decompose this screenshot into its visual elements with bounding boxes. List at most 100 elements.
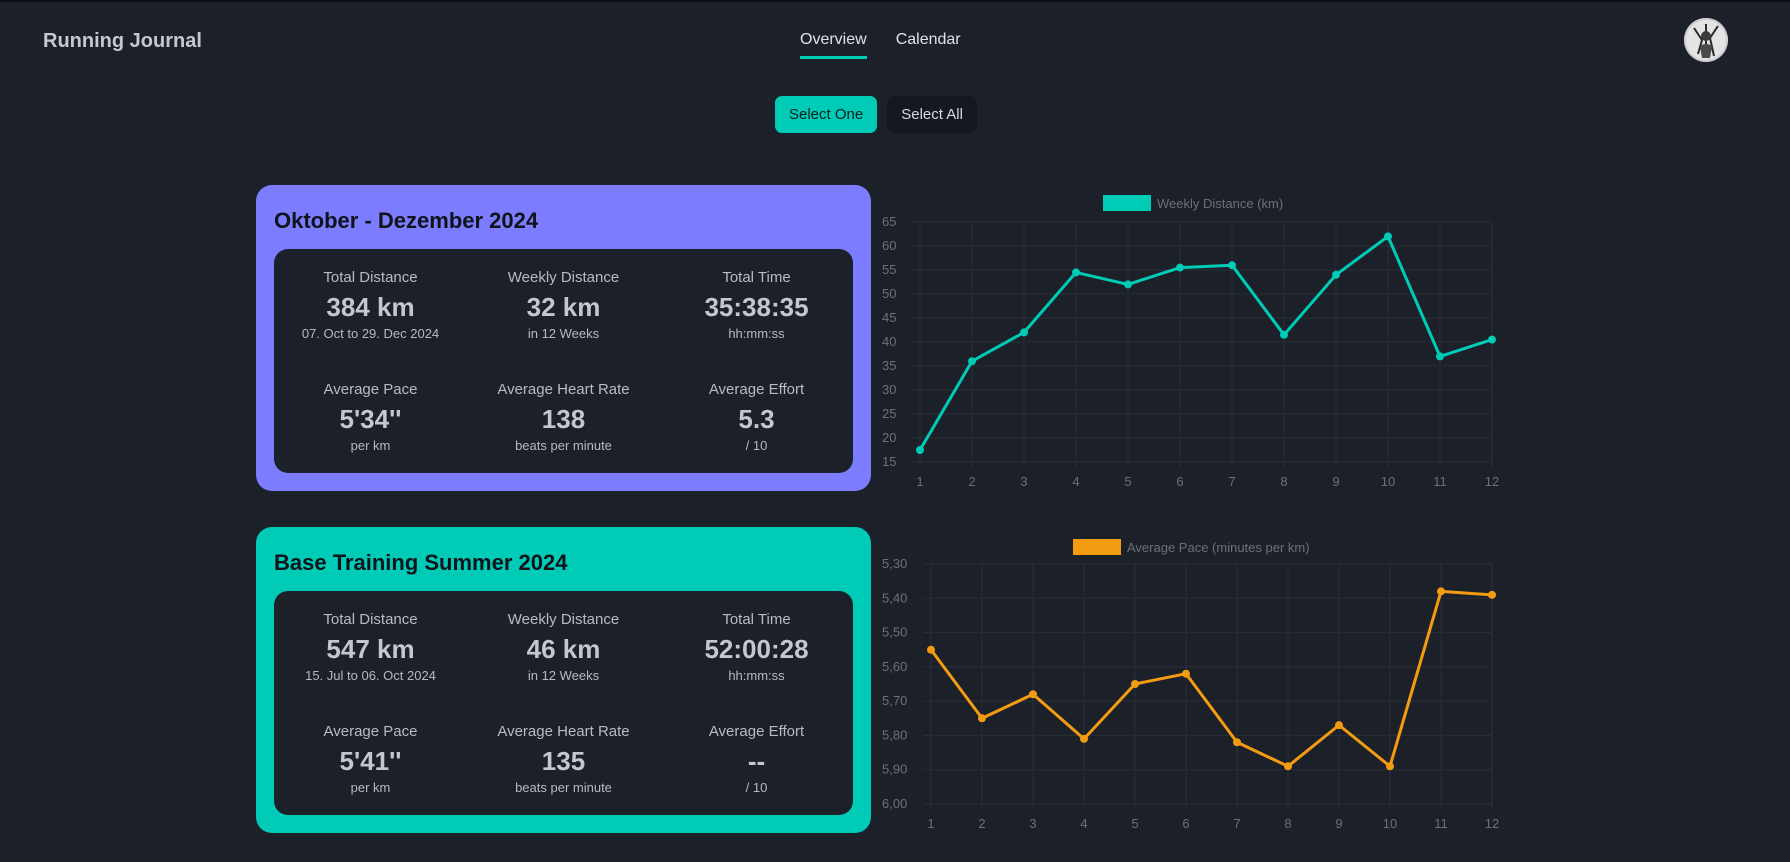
x-tick-label: 3 [1029,816,1036,831]
data-point [1176,263,1184,272]
x-tick-label: 11 [1434,816,1448,831]
stat-label: Weekly Distance [507,269,620,286]
weekly-distance-chart-svg: Weekly Distance (km)15202530354045505560… [882,195,1499,489]
data-point [1332,270,1340,279]
data-point [978,714,986,723]
stat-label: Average Effort [708,723,805,740]
stat-sub: per km [350,438,391,453]
avatar-image [1684,18,1728,62]
chart-legend: Weekly Distance (km) [1103,195,1283,211]
x-tick-label: 3 [1020,474,1027,489]
data-point [1124,280,1132,289]
data-point [1072,268,1080,277]
y-tick-label: 5,30 [882,556,907,571]
main-nav: Overview Calendar [800,31,961,59]
y-tick-label: 30 [882,382,896,397]
x-tick-label: 10 [1381,474,1395,489]
data-point [968,357,976,366]
select-one-button[interactable]: Select One [775,96,878,133]
data-point [916,446,924,454]
y-tick-label: 5,90 [882,762,907,777]
y-tick-label: 25 [882,406,896,421]
stat-sub: hh:mm:ss [728,326,785,341]
y-tick-label: 15 [882,454,896,469]
data-point [1228,261,1236,270]
stat-value: 5'34'' [339,404,402,434]
x-tick-label: 7 [1233,816,1240,831]
stat-value: 138 [541,404,586,434]
legend-swatch [1103,195,1151,211]
x-tick-label: 12 [1485,816,1499,831]
y-tick-label: 40 [882,334,896,349]
data-point [1384,232,1392,241]
data-point [1488,335,1496,344]
x-tick-label: 8 [1284,816,1291,831]
stat-sub: / 10 [745,780,768,795]
stat-sub: hh:mm:ss [728,668,785,683]
stat-value: 5.3 [738,404,775,434]
x-tick-label: 1 [927,816,934,831]
stat-label: Total Time [722,269,791,286]
data-point [1437,587,1445,596]
stat-sub: in 12 Weeks [527,326,600,341]
stat-value: 547 km [326,634,415,664]
stat-value: 32 km [526,292,601,322]
y-tick-label: 60 [882,238,896,253]
stat-total-time: Total Time 35:38:35 hh:mm:ss [660,269,853,341]
stat-average-effort: Average Effort -- / 10 [660,723,853,795]
tab-calendar[interactable]: Calendar [896,31,961,59]
y-tick-label: 45 [882,310,896,325]
y-tick-label: 5,60 [882,659,907,674]
x-tick-label: 1 [916,474,923,489]
stat-value: 135 [541,746,586,776]
average-pace-chart: Average Pace (minutes per km) 5,30 5,40 5,5… [880,534,1510,839]
stat-total-distance: Total Distance 547 km 15. Jul to 06. Oct… [274,611,467,683]
stat-value: 5'41'' [339,746,402,776]
x-tick-label: 9 [1335,816,1342,831]
x-tick-label: 5 [1131,816,1138,831]
stat-sub: in 12 Weeks [527,668,600,683]
y-tick-label: 6,00 [882,796,907,811]
y-tick-label: 5,80 [882,727,907,742]
data-point [1182,669,1190,678]
stats-panel: Total Distance 547 km 15. Jul to 06. Oct… [274,591,853,815]
stat-weekly-distance: Weekly Distance 46 km in 12 Weeks [467,611,660,683]
tab-overview[interactable]: Overview [800,31,867,59]
y-tick-label: 5,70 [882,693,907,708]
stat-average-effort: Average Effort 5.3 / 10 [660,381,853,453]
x-tick-label: 5 [1124,474,1131,489]
stat-value: 52:00:28 [704,634,809,664]
data-point [1020,328,1028,337]
y-tick-label: 20 [882,430,896,445]
x-tick-label: 7 [1228,474,1235,489]
legend-label: Weekly Distance (km) [1157,196,1283,211]
x-tick-label: 6 [1176,474,1183,489]
stat-sub: / 10 [745,438,768,453]
app-title[interactable]: Running Journal [43,30,202,53]
x-tick-label: 11 [1433,474,1447,489]
select-all-button[interactable]: Select All [887,96,977,133]
period-card-oct-dec-2024[interactable]: Oktober - Dezember 2024 Total Distance 3… [256,185,871,491]
stat-total-distance: Total Distance 384 km 07. Oct to 29. Dec… [274,269,467,341]
stat-total-time: Total Time 52:00:28 hh:mm:ss [660,611,853,683]
selection-toggle: Select One Select All [775,96,977,133]
data-point [927,645,935,654]
series-line [929,589,1493,768]
x-tick-label: 8 [1280,474,1287,489]
x-tick-label: 4 [1080,816,1087,831]
data-point [1233,738,1241,747]
stat-value: 35:38:35 [704,292,809,322]
card-title: Base Training Summer 2024 [274,550,568,575]
y-tick-label: 55 [882,262,896,277]
x-tick-label: 4 [1072,474,1079,489]
avatar[interactable] [1684,18,1728,62]
stat-value: -- [747,746,766,776]
y-tick-label: 35 [882,358,896,373]
period-card-summer-2024[interactable]: Base Training Summer 2024 Total Distance… [256,527,871,833]
stat-label: Total Distance [323,269,418,286]
data-point [1284,762,1292,771]
stat-sub: beats per minute [515,438,612,453]
stat-weekly-distance: Weekly Distance 32 km in 12 Weeks [467,269,660,341]
stat-sub: 07. Oct to 29. Dec 2024 [301,326,440,341]
data-point [1029,690,1037,699]
